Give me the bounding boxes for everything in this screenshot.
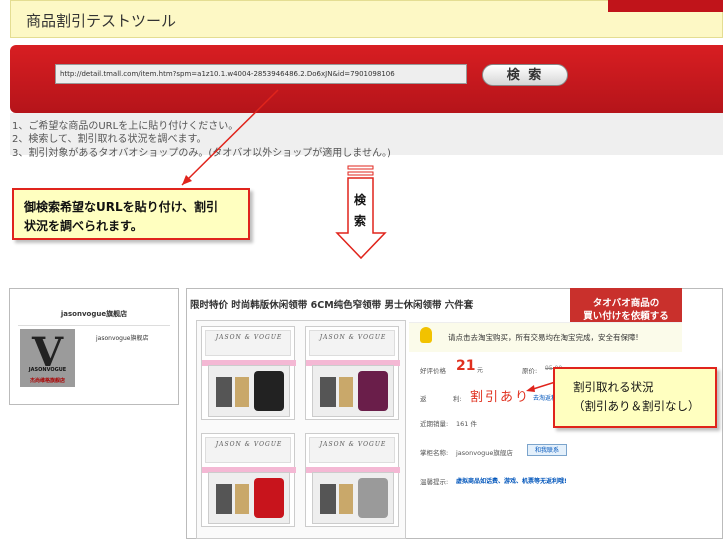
shop-name-small[interactable]: jasonvogue旗舰店 [96, 333, 148, 342]
contact-button[interactable]: 和我联系 [527, 444, 567, 456]
virtual-goods-notice[interactable]: 虚拟商品如话费、游戏、机票等无返利哦! [456, 476, 567, 485]
product-image[interactable]: JASON & VOGUE [305, 433, 400, 527]
callout-search-instruction: 御検索希望なURLを貼り付け、割引 状況を調べられます。 [12, 188, 250, 240]
callout-search-line2: 状況を調べられます。 [24, 219, 143, 233]
shop-name[interactable]: jasonvogue旗舰店 [10, 309, 178, 319]
promo-price-label: 好评价格 [420, 367, 446, 375]
shopkeeper-label: 掌柜名称: [420, 449, 449, 457]
promo-price: 21 [456, 358, 476, 374]
callout-search-line1: 御検索希望なURLを貼り付け、割引 [24, 200, 219, 214]
sales-label: 近期销量: [420, 420, 449, 428]
sales-value: 161 件 [456, 420, 477, 428]
product-image[interactable]: JASON & VOGUE [305, 326, 400, 420]
callout-discount-status: 割引取れる状況 （割引あり＆割引なし） [553, 367, 717, 428]
product-image[interactable]: JASON & VOGUE [201, 433, 296, 527]
notice-text: 请点击去淘宝购买，所有交易均在淘宝完成，安全有保障! [448, 333, 639, 342]
callout-discount-line2: （割引あり＆割引なし） [573, 399, 700, 413]
product-title: 限时特价 时尚韩版休闲领带 6CM纯色窄领带 男士休闲领带 六件套 [190, 300, 474, 311]
arrow-label: 検 索 [353, 193, 366, 228]
promo-price-unit: 元 [477, 367, 484, 374]
product-image[interactable]: JASON & VOGUE [201, 326, 296, 420]
rebate-label: 返 [420, 395, 427, 403]
shop-logo-brand: JASONVOGUE [28, 367, 67, 373]
rebate-label-suffix: 利: [453, 395, 462, 403]
notice-label: 温馨提示: [420, 478, 449, 486]
shop-logo-sub: 杰尚维格旗舰店 [29, 378, 65, 384]
divider [18, 325, 170, 326]
shopkeeper-value[interactable]: jasonvogue旗舰店 [456, 447, 513, 457]
callout-discount-line1: 割引取れる状況 [573, 380, 654, 394]
lightbulb-icon [420, 327, 432, 343]
